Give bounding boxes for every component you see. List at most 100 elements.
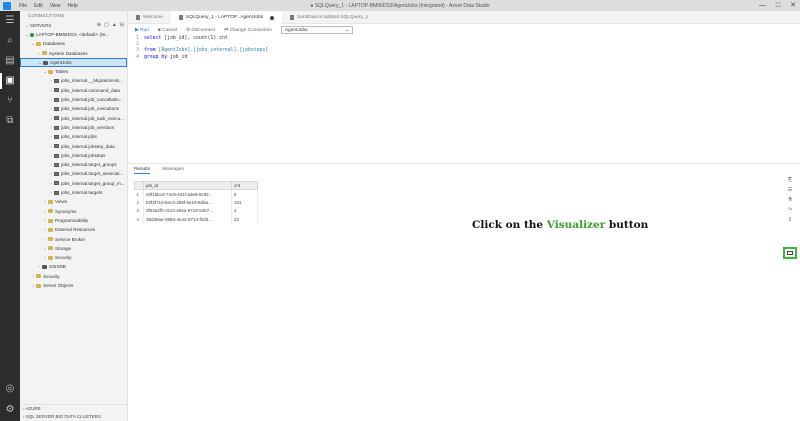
- tree-item-jobs-internal-target-group-m[interactable]: › jobs_internal.target_group_m...: [20, 179, 127, 188]
- results-header-row: job_id cnt: [134, 181, 258, 190]
- tree-item-label: jobs_internal.target_associat...: [61, 171, 124, 177]
- search-icon[interactable]: ⌕: [4, 35, 16, 47]
- tree-item-jobs-internal-target-associat[interactable]: › jobs_internal.target_associat...: [20, 169, 127, 178]
- tree-item-databases[interactable]: ⌄ Databases: [20, 39, 127, 48]
- maximize-icon[interactable]: □: [776, 1, 780, 10]
- caption-highlight: Visualizer: [546, 219, 606, 231]
- collapse-icon[interactable]: ⊟: [120, 21, 124, 30]
- visualizer-icon: [787, 251, 793, 255]
- chart-icon[interactable]: ↥: [788, 217, 792, 224]
- minimize-icon[interactable]: —: [759, 1, 766, 10]
- change-connection-button[interactable]: ⇄ Change Connection: [224, 28, 272, 33]
- cell-cnt[interactable]: 101: [231, 198, 258, 207]
- cell-job-id[interactable]: b3f4f710-bec3-4b8f-be19-8d6a...: [143, 198, 232, 207]
- cell-cnt[interactable]: 1: [231, 206, 258, 215]
- explorer-icon[interactable]: ☰: [4, 15, 16, 27]
- save-xml-icon[interactable]: ↷: [788, 207, 792, 214]
- tree-item-server-objects[interactable]: › Server Objects: [20, 281, 127, 290]
- tree-item-jobs-internal-command-data[interactable]: › jobs_internal.command_data: [20, 86, 127, 95]
- cell-cnt[interactable]: 22: [231, 215, 258, 224]
- tree-item-tables[interactable]: ⌄ Tables: [20, 67, 127, 76]
- cell-cnt[interactable]: 5: [231, 189, 258, 198]
- extensions-icon[interactable]: ⧉: [4, 115, 16, 127]
- tree-item-ssisdb[interactable]: › SSISDB: [20, 262, 127, 271]
- tab-results[interactable]: Results: [134, 167, 150, 174]
- tab-sqlquery-1-laptop-agentjobs[interactable]: SQLQuery_1 - LAPTOP...AgentJobs: [170, 11, 283, 24]
- table-row[interactable]: 3 0f03a4f0-c513-4e5a-9719-5457... 1: [134, 206, 258, 215]
- tree-item-external-resources[interactable]: › External Resources: [20, 225, 127, 234]
- tree-item-jobs-internal-job-versions[interactable]: › jobs_internal.job_versions: [20, 123, 127, 132]
- account-icon[interactable]: ◎: [4, 383, 16, 395]
- table-row[interactable]: 2 b3f4f710-bec3-4b8f-be19-8d6a... 101: [134, 198, 258, 207]
- database-select[interactable]: AgentJobs ⌄: [280, 26, 353, 34]
- tree-item-laptop-bm66ds3-default-w[interactable]: ⌄ LAPTOP-BM66DS3, <default> (W...: [20, 30, 127, 39]
- settings-icon[interactable]: ⚙: [4, 404, 16, 416]
- tree-item-security[interactable]: › Security: [20, 253, 127, 262]
- cell-job-id[interactable]: 0f03a4f0-c513-4e5a-9719-5457...: [143, 206, 232, 215]
- tab-messages[interactable]: Messages: [162, 167, 184, 174]
- tree-item-views[interactable]: › Views: [20, 197, 127, 206]
- tab-welcome[interactable]: Welcome: [128, 11, 171, 24]
- tree-item-security[interactable]: › Security: [20, 272, 127, 281]
- close-icon[interactable]: ✕: [790, 1, 796, 10]
- save-json-icon[interactable]: ⚗: [788, 197, 792, 204]
- window-controls: — □ ✕: [759, 1, 796, 10]
- tree-item-service-broker[interactable]: › Service Broker: [20, 235, 127, 244]
- tab-sanddance-sqlmod-sqlquery-1[interactable]: SandDance.sqlMod.SQLQuery_1: [282, 11, 376, 24]
- tree-item-storage[interactable]: › Storage: [20, 244, 127, 253]
- tree-item-jobs-internal-targets[interactable]: › jobs_internal.targets: [20, 188, 127, 197]
- tree-item-jobs-internal-jobs[interactable]: › jobs_internal.jobs: [20, 132, 127, 141]
- run-button[interactable]: ▶ Run: [135, 28, 149, 33]
- new-connection-icon[interactable]: ⊕: [97, 21, 101, 30]
- table-icon: [54, 125, 59, 130]
- menu-file[interactable]: File: [19, 3, 27, 9]
- table-row[interactable]: 4 35d39ae-3950-4e42-8714-f0d3... 22: [134, 215, 258, 224]
- servers-section-header[interactable]: ⌄ SERVERS ⊕ ▢ ▲ ⊟: [20, 21, 127, 30]
- tab-label: Welcome: [143, 15, 163, 20]
- tree-item-label: System Databases: [49, 50, 88, 56]
- tree-item-jobs-internal-migrationhis[interactable]: › jobs_internal.__MigrationHis...: [20, 76, 127, 85]
- tree-item-agentjobs[interactable]: ⌄ AgentJobs: [20, 57, 127, 68]
- visualizer-button[interactable]: [783, 247, 797, 259]
- db-icon: [43, 60, 48, 65]
- code-text: group by job_id: [144, 55, 187, 61]
- tree-item-synonyms[interactable]: › Synonyms: [20, 207, 127, 216]
- menu-help[interactable]: Help: [67, 3, 77, 9]
- tree-item-programmability[interactable]: › Programmability: [20, 216, 127, 225]
- tree-item-jobs-internal-target-groups[interactable]: › jobs_internal.target_groups: [20, 160, 127, 169]
- window-title: ● SQLQuery_1 - LAPTOP-BM66DS3\AgentJobs …: [310, 2, 490, 9]
- menu-view[interactable]: View: [50, 3, 61, 9]
- tree-item-system-databases[interactable]: › System Databases: [20, 49, 127, 58]
- column-header-job-id[interactable]: job_id: [143, 181, 232, 190]
- azure-icon[interactable]: ▲: [112, 21, 117, 30]
- tree-item-jobs-internal-jobstep-data[interactable]: › jobs_internal.jobstep_data: [20, 142, 127, 151]
- file-icon: [136, 15, 140, 20]
- section-azure[interactable]: › AZURE: [20, 405, 127, 413]
- tree-item-jobs-internal-job-cancellatio[interactable]: › jobs_internal.job_cancellatio...: [20, 95, 127, 104]
- folder-icon: [36, 274, 41, 279]
- menu-edit[interactable]: Edit: [34, 3, 43, 9]
- connections-icon[interactable]: ▣: [4, 75, 16, 87]
- editor-results-splitter[interactable]: [128, 163, 800, 164]
- column-header-cnt[interactable]: cnt: [231, 181, 258, 190]
- cell-job-id[interactable]: e0f15bcd-74c9-401f-a3e9-9c92...: [143, 189, 232, 198]
- new-group-icon[interactable]: ▢: [104, 21, 109, 30]
- tree-item-jobs-internal-job-task-execu[interactable]: › jobs_internal.job_task_execu...: [20, 114, 127, 123]
- tree-item-jobs-internal-job-executions[interactable]: › jobs_internal.job_executions: [20, 104, 127, 113]
- section-big-data-clusters[interactable]: › SQL SERVER BIG DATA CLUSTERS: [20, 413, 127, 421]
- instruction-caption: Click on the Visualizer button: [472, 219, 648, 231]
- tree-item-jobs-internal-jobsteps[interactable]: › jobs_internal.jobsteps: [20, 151, 127, 160]
- row-number: 3: [134, 206, 144, 215]
- cancel-button[interactable]: ■ Cancel: [158, 28, 177, 33]
- disconnect-button[interactable]: ⊘ Disconnect: [186, 28, 215, 33]
- table-row[interactable]: 1 e0f15bcd-74c9-401f-a3e9-9c92... 5: [134, 189, 258, 198]
- cell-job-id[interactable]: 35d39ae-3950-4e42-8714-f0d3...: [143, 215, 232, 224]
- save-excel-icon[interactable]: ☴: [788, 187, 792, 194]
- notebooks-icon[interactable]: ▤: [4, 55, 16, 67]
- folder-icon: [48, 246, 53, 251]
- source-control-icon[interactable]: ⑂: [4, 95, 16, 107]
- save-csv-icon[interactable]: ⎘: [788, 177, 792, 184]
- table-icon: [54, 190, 59, 195]
- code-editor[interactable]: 1 select [job_id], count(1) cnt 2 3 from [Ag…: [128, 36, 800, 176]
- unsaved-dot-icon[interactable]: [270, 15, 275, 20]
